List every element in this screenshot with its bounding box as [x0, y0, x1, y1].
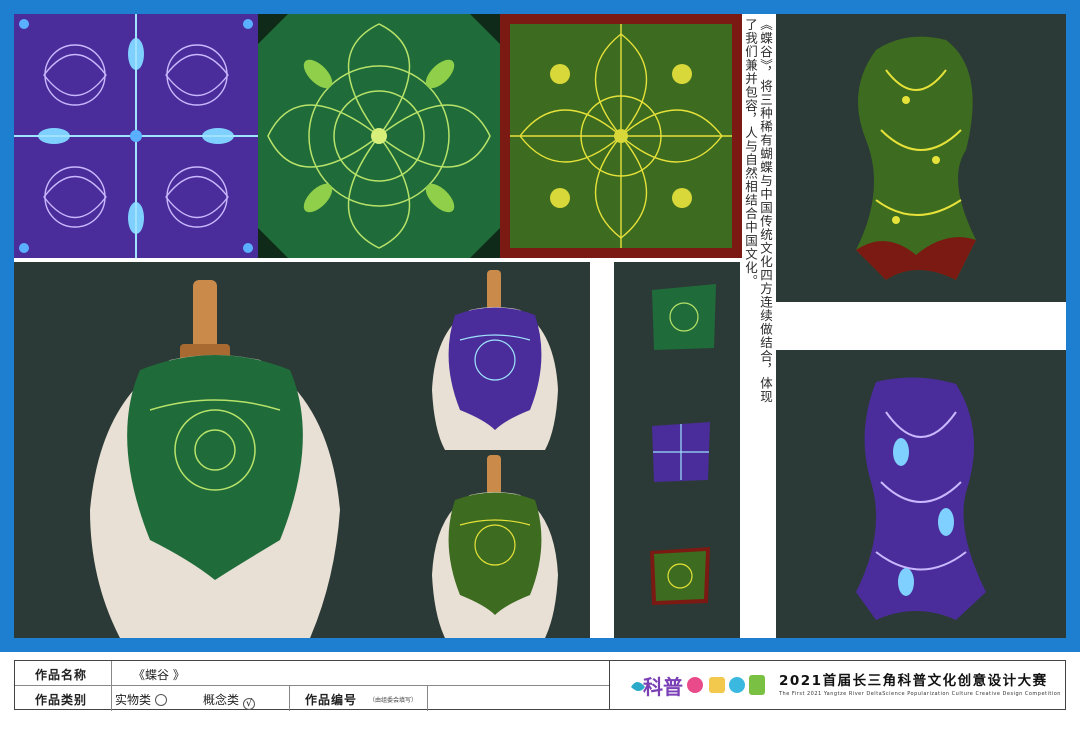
name-value: 《蝶谷 》 [133, 668, 185, 682]
olive-pattern-tile [500, 14, 742, 258]
name-row: 作品名称 《蝶谷 》 [15, 661, 609, 686]
physical-radio[interactable] [155, 694, 168, 706]
mannequin-purple-scarf [430, 270, 560, 450]
contest-title: 2021首届长三角科普文化创意设计大赛 [779, 673, 1048, 689]
category-concept-option[interactable]: 概念类 √ [203, 691, 256, 710]
green-butterfly-pattern [258, 14, 500, 258]
category-label: 作品类别 [35, 693, 88, 707]
logo-text: 科普 [643, 675, 683, 699]
green-pattern-tile [258, 14, 500, 258]
folded-green-scarf [650, 282, 718, 352]
folded-purple-scarf [650, 420, 712, 484]
folded-olive-scarf [648, 545, 712, 607]
category-physical-option[interactable]: 实物类 [115, 691, 168, 708]
purple-pattern-tile [14, 14, 258, 258]
contest-subtitle: The First 2021 Yangtze River DeltaScienc… [779, 691, 1061, 697]
green-scarf-mockup [846, 30, 996, 288]
category-concept-label: 概念类 [203, 693, 240, 707]
mannequin-olive-scarf [430, 455, 560, 638]
purple-scarf-mockup [846, 372, 996, 624]
contest-logo: 科普 [629, 667, 777, 703]
category-row: 作品类别 实物类 概念类 √ 作品编号 （由组委会填写） [15, 686, 609, 711]
category-physical-label: 实物类 [115, 693, 152, 707]
entry-info-footer: 作品名称 《蝶谷 》 作品类别 实物类 概念类 √ 作品编号 （由组委会填写） 科… [14, 660, 1066, 711]
concept-radio-checked[interactable]: √ [243, 698, 256, 710]
olive-butterfly-pattern [500, 14, 742, 258]
name-label: 作品名称 [35, 668, 88, 682]
contest-branding: 科普 2021首届长三角科普文化创意设计大赛 The First 2021 Ya… [629, 667, 1061, 705]
purple-butterfly-pattern [14, 14, 258, 258]
number-note: （由组委会填写） [369, 697, 418, 704]
mannequin-green-scarf [80, 280, 350, 638]
number-label: 作品编号 [305, 693, 358, 707]
description-text: 《蝶谷》，将三种稀有蝴蝶与中国传统文化四方连续做结合，体现了我们兼并包容，人与自… [743, 18, 773, 404]
